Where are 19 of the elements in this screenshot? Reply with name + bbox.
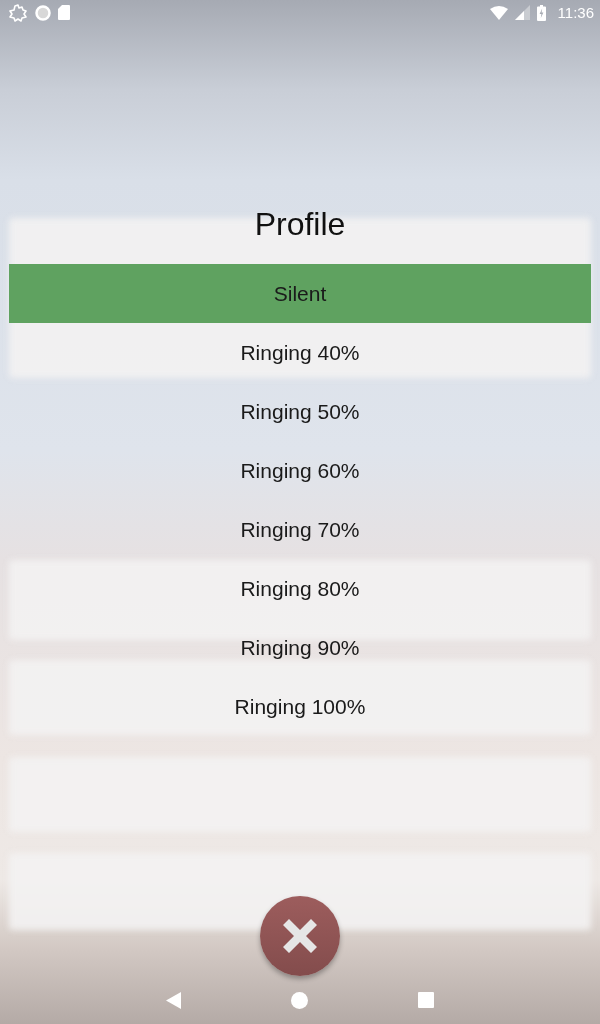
clock-time: 11:36 — [557, 4, 594, 21]
signal-icon — [514, 5, 530, 20]
battery-charging-icon — [536, 4, 546, 21]
wifi-icon — [489, 5, 508, 20]
sd-card-icon — [58, 5, 70, 20]
star-outline-icon — [8, 3, 28, 22]
profile-option[interactable]: Ringing 100% — [9, 677, 591, 736]
profile-option[interactable]: Silent — [9, 264, 591, 323]
home-icon[interactable] — [291, 991, 308, 1009]
profile-option[interactable]: Ringing 90% — [9, 618, 591, 677]
profile-option[interactable]: Ringing 40% — [9, 323, 591, 382]
close-button[interactable] — [260, 896, 340, 976]
profile-option[interactable]: Ringing 60% — [9, 441, 591, 500]
profile-option[interactable]: Ringing 80% — [9, 559, 591, 618]
profile-option[interactable]: Ringing 50% — [9, 382, 591, 441]
profile-option[interactable]: Ringing 70% — [9, 500, 591, 559]
dialog-title: Profile — [254, 205, 346, 244]
back-icon[interactable] — [166, 991, 181, 1009]
ring-icon — [35, 4, 51, 21]
